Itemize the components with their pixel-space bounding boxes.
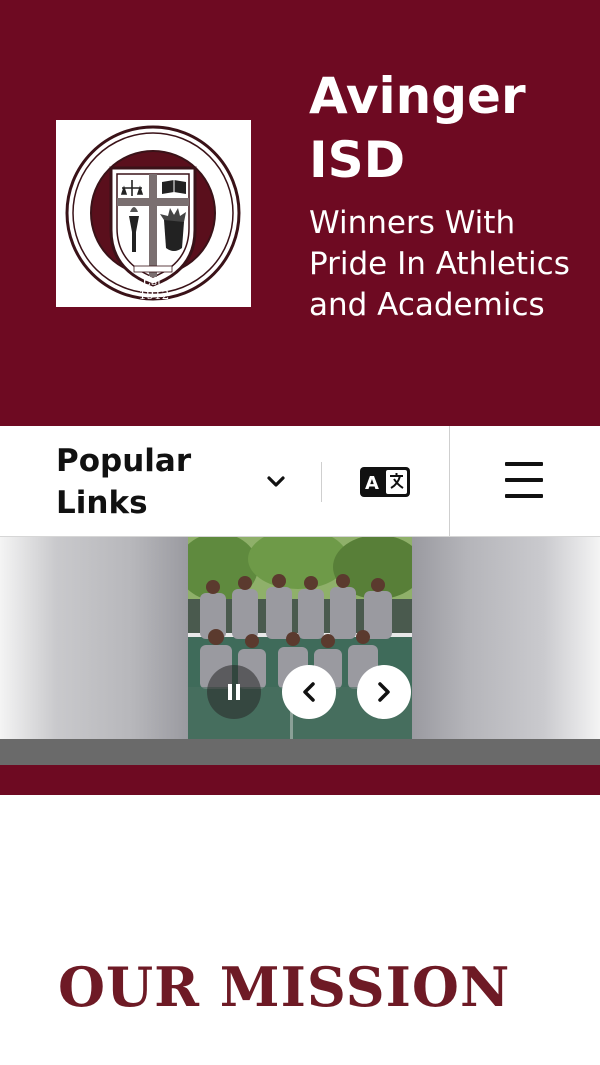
hamburger-menu-icon[interactable] (503, 460, 545, 500)
slider-blur-right (412, 537, 600, 739)
next-slide-button[interactable] (357, 665, 411, 719)
nav-divider (321, 462, 322, 502)
slider-blur-left (0, 537, 188, 739)
previous-slide-button[interactable] (282, 665, 336, 719)
translate-icon[interactable]: A (359, 466, 411, 498)
popular-links-toggle[interactable]: Popular Links (56, 440, 196, 524)
chevron-right-icon (378, 682, 390, 702)
slider-caption-bar (0, 739, 600, 765)
svg-text:A: A (365, 473, 379, 494)
nav-divider-vertical (449, 426, 450, 536)
site-title[interactable]: Avinger ISD (309, 64, 579, 192)
mission-heading: OUR MISSION (58, 955, 511, 1019)
slider-bottom-band (0, 765, 600, 795)
district-logo[interactable]: Avinger Independent School District Est.… (56, 120, 251, 307)
logo-established-text: Est. 1912 (138, 274, 170, 302)
pause-button[interactable] (207, 665, 261, 719)
site-header: Avinger Independent School District Est.… (0, 0, 600, 426)
chevron-down-icon[interactable] (264, 470, 288, 494)
top-nav-bar: Popular Links A (0, 426, 600, 537)
pause-icon (228, 684, 240, 700)
chevron-left-icon (303, 682, 315, 702)
photo-slider (0, 537, 600, 765)
site-tagline: Winners With Pride In Athletics and Acad… (309, 205, 570, 323)
